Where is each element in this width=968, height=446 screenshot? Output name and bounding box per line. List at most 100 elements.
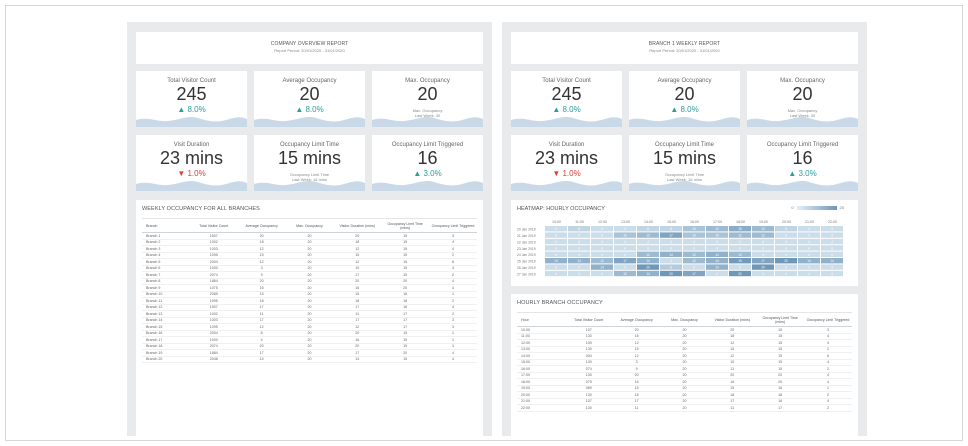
heatmap-cell-value: 12 [738,234,742,238]
kpi-card-total-visitor-count: Total Visitor Count 245 ▲ 8.0% [511,71,622,127]
heatmap-cell-value: 17 [669,234,673,238]
kpi-value: 245 [176,84,207,104]
heatmap-cell-value: 14 [807,259,811,263]
heatmap-cell-value: 4 [601,240,603,244]
sparkline-wave [511,117,622,127]
heatmap-cell-value: 4 [601,227,603,231]
heatmap-cell-value: 4 [716,240,718,244]
heatmap-cell-value: 4 [716,272,718,276]
heatmap-cell-value: 4 [555,253,557,257]
kpi-card-max-occupancy: Max. Occupancy 20 Max. Occupancy Last Week… [372,71,483,127]
column-header[interactable]: Total Visitor Count [189,218,238,233]
heatmap-cell-value: 14 [646,259,650,263]
heatmap-cell-value: 4 [808,253,810,257]
sparkline-wave [747,181,858,191]
column-header[interactable]: Max. Occupancy [660,312,709,327]
heatmap-cell-value: 4 [555,266,557,270]
heatmap-cell-value: 4 [624,227,626,231]
table-cell: 11 [612,404,661,412]
legend-gradient [796,205,837,210]
column-header[interactable]: Occupancy Limit Time (mins) [756,312,805,327]
report-title-card: BRANCH 1 WEEKLY REPORT Report Period: 20… [511,32,858,64]
heatmap-hour-label: 13:00 [621,220,630,224]
column-header[interactable]: Visitor Duration (mins) [333,218,382,233]
column-header[interactable]: Total Visitor Count [564,312,613,327]
heatmap-cell-value: 10 [692,234,696,238]
heatmap-cell-value: 15 [738,227,742,231]
report-title: COMPANY OVERVIEW REPORT [270,41,349,47]
kpi-card-max-occupancy: Max. Occupancy 20 Max. Occupancy Last Week… [747,71,858,127]
table-cell: 2046 [189,356,238,363]
heatmap-cell-value: 6 [785,227,787,231]
heatmap-day-label: 22 Jan 2019 [517,240,536,244]
heatmap-cell-value: 14 [600,266,604,270]
heatmap-cell-value: 4 [785,266,787,270]
heatmap-cell-value: 4 [831,227,833,231]
kpi-value: 15 mins [277,148,342,168]
table-heading: WEEKLY OCCUPANCY FOR ALL BRANCHES [142,206,260,212]
heatmap-cell-value: 4 [762,246,764,250]
legend-max: 20 [839,205,844,210]
heatmap-cell-value: 4 [808,272,810,276]
table-cell: Branch 20 [142,356,190,363]
sparkline-wave [372,117,483,127]
kpi-card-average-occupancy: Average Occupancy 20 ▲ 8.0% [629,71,740,127]
heatmap-hour-label: 11:00 [575,220,584,224]
heatmap-cell-value: 4 [808,234,810,238]
heatmap-cell-value: 20 [669,272,673,276]
heatmap-cell-value: 12 [623,272,627,276]
heatmap-cell-value: 4 [601,253,603,257]
report-period: Report Period: 20/01/2020 - 31/01/2020 [649,48,720,53]
table-cell: 20 [660,404,709,412]
heatmap-cell-value: 4 [785,272,787,276]
column-header[interactable]: Occupancy Limit Triggered [804,312,852,327]
heatmap-cell-value: 14 [554,259,558,263]
column-header[interactable]: Branch [142,218,190,233]
column-header[interactable]: Average Occupancy [612,312,661,327]
heatmap-cell-value: 14 [669,253,673,257]
column-header[interactable]: Max. Occupancy [285,218,334,233]
heatmap-cell-value: 17 [761,259,765,263]
heatmap-hour-label: 18:00 [736,220,745,224]
heatmap-cell-value: 4 [716,246,718,250]
heatmap-cell-value: 12 [715,227,719,231]
heatmap-cell-value: 12 [761,234,765,238]
heatmap-cell-value: 4 [762,272,764,276]
column-header[interactable]: Occupancy Limit Triggered [429,218,477,233]
table-row: Branch 20 2046 14 20 14 15 4 [142,356,477,363]
hourly-table: Hour Total Visitor Count Average Occupancy… [517,312,852,412]
heatmap-cell-value: 4 [578,240,580,244]
heatmap-legend: 0 20 [791,205,844,210]
column-header[interactable]: Occupancy Limit Time (mins) [381,218,430,233]
kpi-card-occupancy-limit-triggered: Occupancy Limit Triggered 16 ▲ 3.0% [747,135,858,191]
table-row: 22:00 130 11 20 11 17 2 [517,404,852,412]
heatmap-cell-value: 14 [646,272,650,276]
kpi-value: 20 [417,84,438,104]
heatmap-cell-value: 14 [715,259,719,263]
column-header[interactable]: Visitor Duration (mins) [708,312,757,327]
heatmap-cell-value: 10 [715,234,719,238]
heatmap-cell-value: 4 [808,246,810,250]
kpi-value: 15 mins [652,148,717,168]
column-header[interactable]: Hour [517,312,565,327]
report-title: BRANCH 1 WEEKLY REPORT [648,41,721,47]
heatmap-cell-value: 12 [600,259,604,263]
report-title-card: COMPANY OVERVIEW REPORT Report Period: 2… [136,32,483,64]
column-header[interactable]: Average Occupancy [237,218,286,233]
branches-table: Branch Total Visitor Count Average Occupan… [142,218,477,363]
heatmap-cell-value: 4 [601,272,603,276]
table-cell: 14 [237,356,286,363]
heatmap-cell-value: 12 [692,253,696,257]
heatmap-cell-value: 4 [693,240,695,244]
heatmap-cell-value: 20 [784,259,788,263]
heatmap-cell-value: 19 [738,259,742,263]
table-cell: 11 [708,404,757,412]
heatmap-cell-value: 4 [739,240,741,244]
heatmap-cell-value: 4 [693,266,695,270]
heatmap-day-label: 20 Jan 2019 [517,228,536,232]
table-header-row: Branch Total Visitor Count Average Occupan… [142,218,477,233]
heatmap-cell-value: 4 [555,240,557,244]
sparkline-wave [136,117,247,127]
heatmap-day-label: 25 Jan 2019 [517,260,536,264]
heatmap-cell-value: 4 [555,227,557,231]
